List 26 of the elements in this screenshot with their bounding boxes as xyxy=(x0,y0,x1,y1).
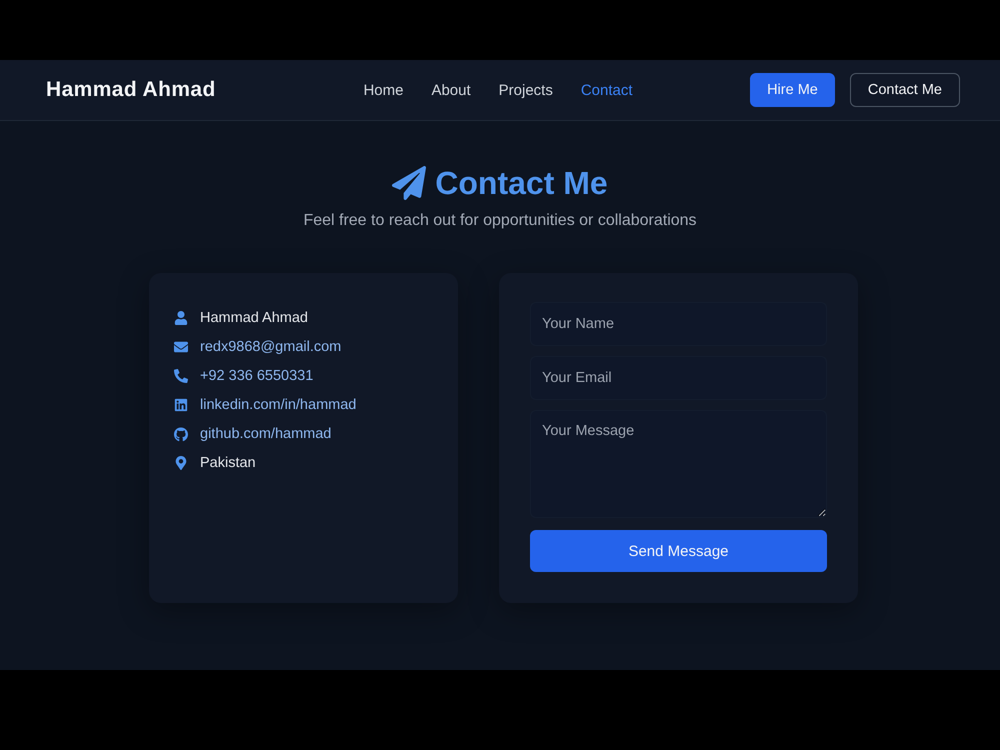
user-icon xyxy=(174,311,188,325)
location-text: Pakistan xyxy=(200,455,256,471)
contact-name: Hammad Ahmad xyxy=(200,310,308,326)
email-link[interactable]: redx9868@gmail.com xyxy=(200,339,342,355)
paper-plane-icon xyxy=(392,166,426,200)
page-title: Contact Me xyxy=(435,164,608,203)
envelope-icon xyxy=(174,340,188,354)
email-field[interactable]: Your Email xyxy=(530,356,827,400)
github-icon xyxy=(174,426,188,442)
nav-link[interactable]: Contact xyxy=(580,82,633,98)
linkedin-link[interactable]: linkedin.com/in/hammad xyxy=(200,397,356,413)
brand-name: Hammad Ahmad xyxy=(46,78,216,102)
github-link[interactable]: github.com/hammad xyxy=(200,426,332,442)
phone-icon xyxy=(174,369,188,383)
contact-button[interactable]: Contact Me xyxy=(850,73,960,107)
name-field[interactable]: Your Name xyxy=(530,302,827,346)
page-subtitle: Feel free to reach out for opportunities or collaborations xyxy=(303,211,697,231)
map-pin-icon xyxy=(174,456,188,470)
nav-link[interactable]: Home xyxy=(363,82,404,98)
linkedin-icon xyxy=(174,398,188,412)
nav-link[interactable]: Projects xyxy=(498,82,553,98)
message-field[interactable]: Your Message xyxy=(530,410,827,518)
hire-button[interactable]: Hire Me xyxy=(750,73,835,107)
phone-link[interactable]: +92 336 6550331 xyxy=(200,368,314,384)
nav-link[interactable]: About xyxy=(431,82,471,98)
send-button[interactable]: Send Message xyxy=(530,530,827,572)
